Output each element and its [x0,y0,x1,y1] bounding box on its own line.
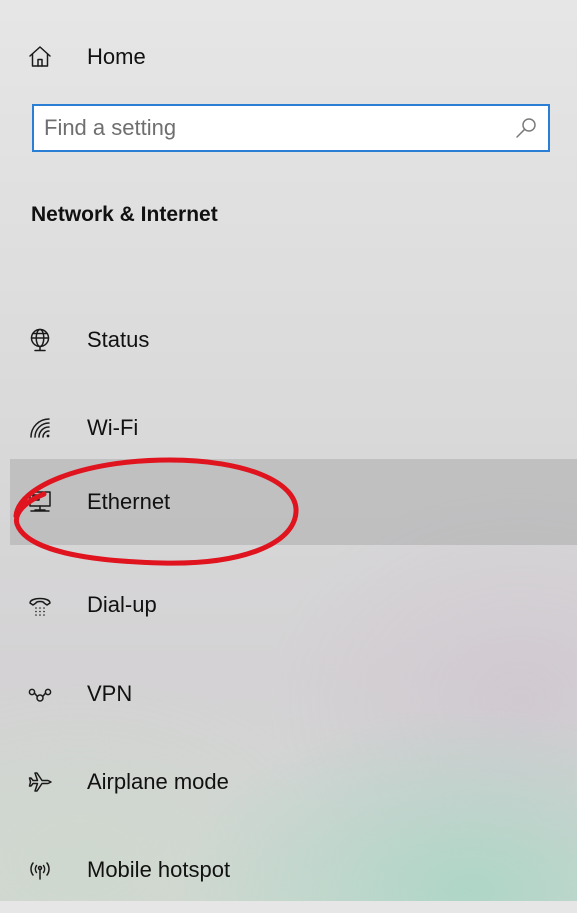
nav-item-dialup[interactable]: Dial-up [10,562,577,648]
nav-item-ethernet[interactable]: Ethernet [10,459,577,545]
dialup-icon [27,592,53,618]
nav-item-label: Airplane mode [87,769,229,794]
nav-item-label: VPN [87,681,133,706]
nav-item-mobile-hotspot[interactable]: Mobile hotspot [10,827,577,913]
home-label: Home [87,44,146,69]
settings-sidebar: Home Network & Internet Status [10,10,577,901]
section-title: Network & Internet [31,203,218,226]
nav-item-label: Mobile hotspot [87,857,231,882]
search-box[interactable] [32,104,550,152]
nav-item-label: Status [87,327,150,352]
search-icon[interactable] [514,116,538,140]
nav-item-status[interactable]: Status [10,297,577,383]
ethernet-icon [27,489,53,515]
airplane-icon [27,769,53,795]
vpn-icon [27,681,53,707]
home-icon [27,44,53,70]
nav-item-vpn[interactable]: VPN [10,651,577,737]
home-nav-item[interactable]: Home [10,28,577,86]
nav-item-airplane-mode[interactable]: Airplane mode [10,739,577,825]
globe-status-icon [27,327,53,353]
nav-item-label: Ethernet [87,489,171,514]
wifi-icon [27,415,53,441]
nav-item-label: Wi-Fi [87,415,139,440]
search-input[interactable] [34,108,504,148]
hotspot-icon [27,857,53,883]
nav-item-label: Dial-up [87,592,157,617]
